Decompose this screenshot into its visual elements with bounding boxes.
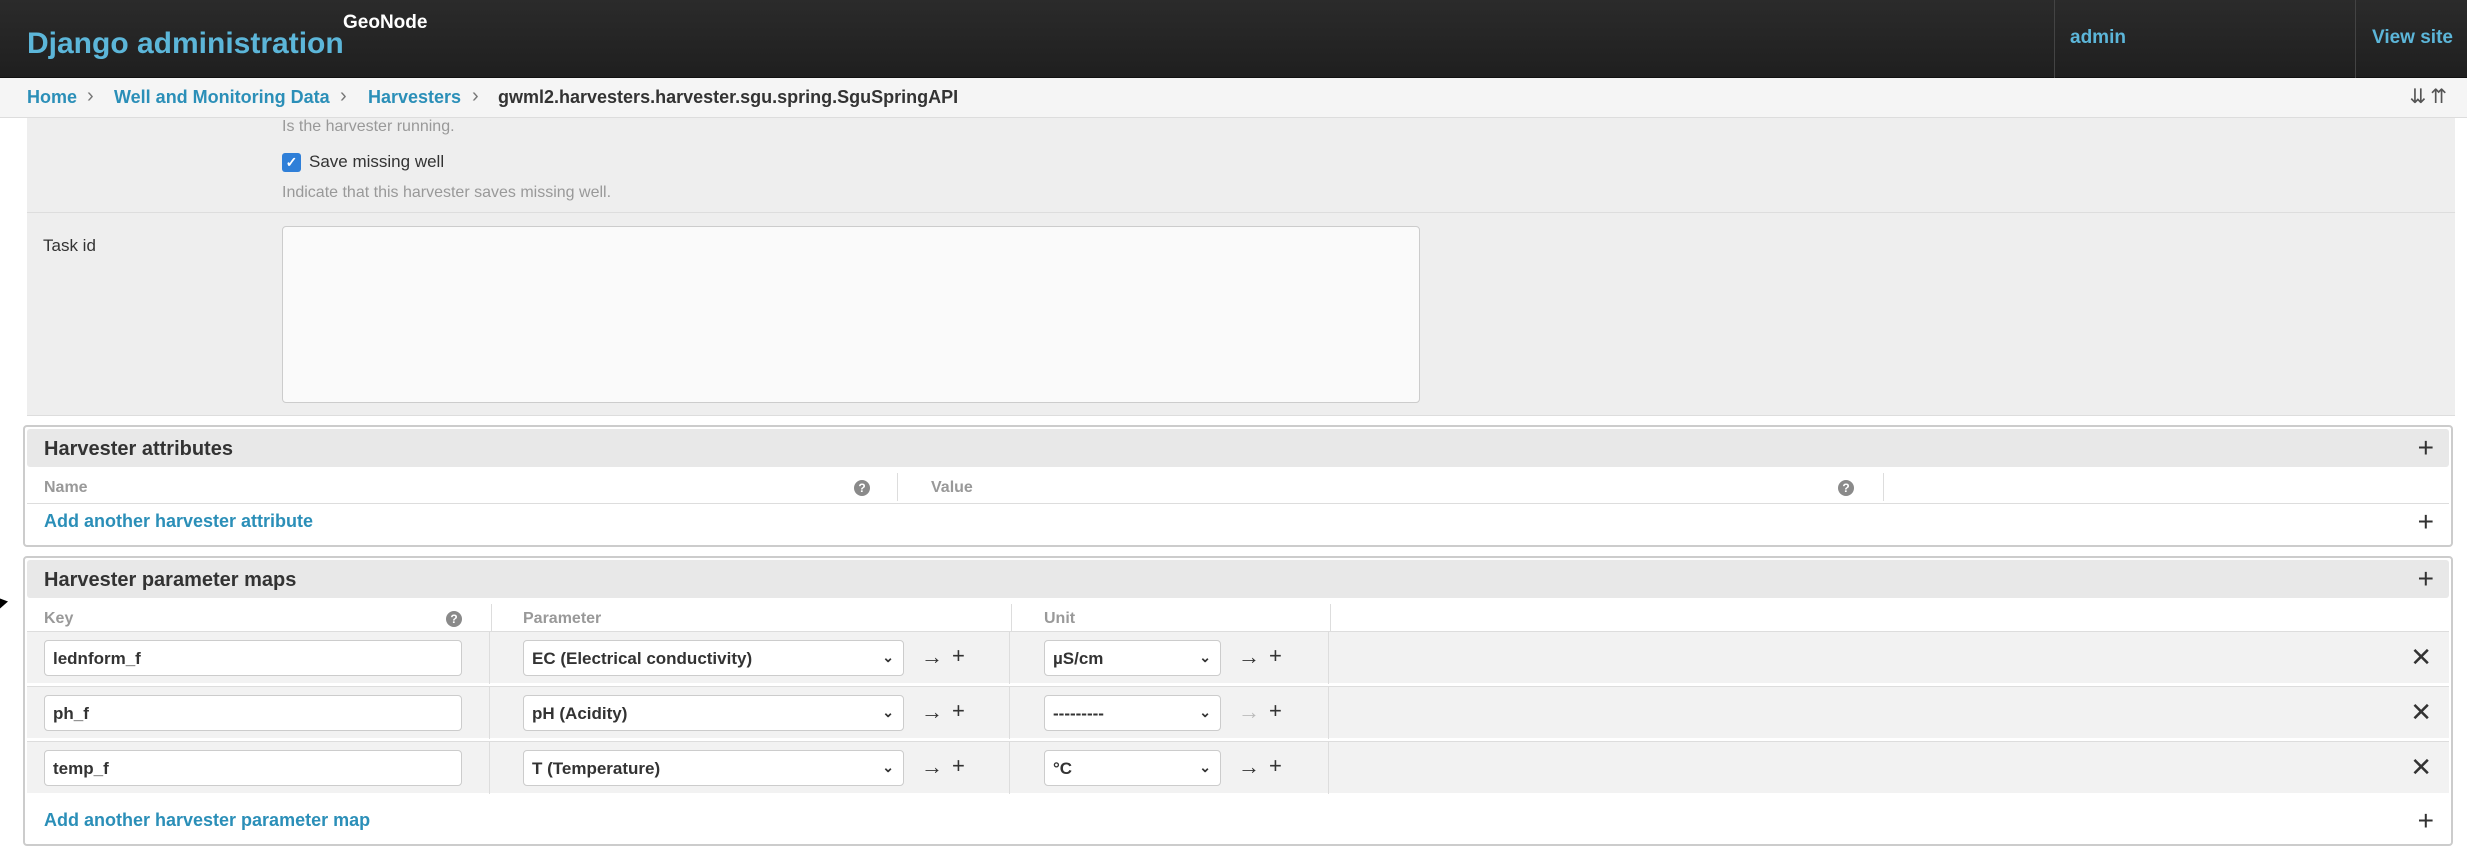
parameter-select-value: T (Temperature) (532, 759, 661, 778)
column-separator (1330, 604, 1331, 631)
header-divider (2054, 0, 2055, 78)
harvester-parameter-maps-title: Harvester parameter maps (27, 560, 2449, 598)
column-separator (489, 687, 490, 739)
add-attribute-plus-icon[interactable]: + (2418, 508, 2434, 536)
add-unit-plus-icon[interactable]: + (1269, 755, 1282, 777)
add-parameter-map-plus-icon[interactable]: + (2418, 807, 2434, 835)
column-separator (1009, 742, 1010, 794)
breadcrumb-well-monitoring[interactable]: Well and Monitoring Data (114, 87, 330, 108)
view-parameter-arrow-icon[interactable]: → (921, 756, 943, 778)
add-parameter-plus-icon[interactable]: + (952, 645, 965, 667)
col-head-key: Key (44, 610, 74, 627)
unit-select[interactable]: --------- ⌄ (1044, 695, 1221, 731)
column-separator (1009, 687, 1010, 739)
help-icon: ? (854, 480, 870, 496)
column-separator (897, 473, 898, 501)
add-unit-plus-icon[interactable]: + (1269, 700, 1282, 722)
running-help-text: Is the harvester running. (282, 118, 455, 135)
column-separator (1009, 632, 1010, 684)
table-row: lednform_f EC (Electrical conductivity) … (27, 631, 2449, 684)
harvester-attributes-group: Harvester attributes + Name ? Value ? Ad… (23, 425, 2453, 547)
chevron-down-icon: ⌄ (1199, 759, 1211, 775)
chevron-down-icon: ⌄ (882, 759, 894, 775)
column-separator (1011, 604, 1012, 631)
chevron-down-icon: ⌄ (1199, 704, 1211, 720)
column-separator (1328, 687, 1329, 739)
unit-select-value: °C (1053, 759, 1073, 778)
column-separator (1328, 632, 1329, 684)
add-unit-plus-icon[interactable]: + (1269, 645, 1282, 667)
view-parameter-arrow-icon[interactable]: → (921, 701, 943, 723)
parameter-select[interactable]: T (Temperature) ⌄ (523, 750, 904, 786)
breadcrumb-separator-icon: › (340, 85, 347, 107)
save-missing-well-checkbox[interactable]: ✓ (282, 152, 301, 172)
help-icon: ? (1838, 480, 1854, 496)
unit-select-value: µS/cm (1053, 649, 1104, 668)
column-separator (1883, 473, 1884, 501)
key-input[interactable]: ph_f (44, 695, 462, 731)
task-id-label: Task id (43, 236, 96, 255)
col-head-unit: Unit (1044, 610, 1076, 627)
parameter-select[interactable]: pH (Acidity) ⌄ (523, 695, 904, 731)
add-harvester-parameter-map-link[interactable]: Add another harvester parameter map (44, 810, 370, 831)
unit-select[interactable]: µS/cm ⌄ (1044, 640, 1221, 676)
delete-row-icon[interactable]: ✕ (2410, 644, 2432, 670)
user-menu-link[interactable]: admin (2070, 27, 2126, 49)
harvester-attributes-title: Harvester attributes (27, 429, 2449, 467)
view-site-link[interactable]: View site (2372, 27, 2453, 49)
table-row: ph_f pH (Acidity) ⌄ → + --------- ⌄ → + … (27, 686, 2449, 739)
parameter-select-value: EC (Electrical conductivity) (532, 649, 753, 668)
geonode-label: GeoNode (343, 12, 428, 33)
chevron-down-icon: ⌄ (882, 649, 894, 665)
parameter-select[interactable]: EC (Electrical conductivity) ⌄ (523, 640, 904, 676)
key-input[interactable]: temp_f (44, 750, 462, 786)
delete-row-icon[interactable]: ✕ (2410, 699, 2432, 725)
admin-header: Django administration GeoNode admin View… (0, 0, 2467, 78)
save-missing-well-row: ✓ Save missing well (282, 152, 444, 172)
delete-row-icon[interactable]: ✕ (2410, 754, 2432, 780)
parameter-select-value: pH (Acidity) (532, 704, 628, 723)
add-parameter-plus-icon[interactable]: + (952, 700, 965, 722)
add-parameter-plus-icon[interactable]: + (952, 755, 965, 777)
task-id-textarea[interactable] (282, 226, 1420, 403)
collapse-expand-icon[interactable]: ⇊⇈ (2409, 84, 2451, 109)
column-separator (489, 632, 490, 684)
harvester-parameter-maps-group: Harvester parameter maps + Key ? Paramet… (23, 556, 2453, 846)
unit-select-value: --------- (1053, 704, 1104, 723)
view-unit-arrow-icon[interactable]: → (1238, 646, 1260, 668)
table-row: temp_f T (Temperature) ⌄ → + °C ⌄ → + ✕ (27, 741, 2449, 794)
mouse-cursor-icon (0, 598, 8, 612)
chevron-down-icon: ⌄ (1199, 649, 1211, 665)
view-parameter-arrow-icon[interactable]: → (921, 646, 943, 668)
column-separator (491, 604, 492, 631)
chevron-down-icon: ⌄ (882, 704, 894, 720)
breadcrumb-separator-icon: › (87, 85, 94, 107)
help-icon: ? (446, 611, 462, 627)
add-harvester-attribute-link[interactable]: Add another harvester attribute (44, 511, 313, 532)
col-head-parameter: Parameter (523, 610, 602, 627)
breadcrumb-harvesters[interactable]: Harvesters (368, 87, 461, 108)
site-brand[interactable]: Django administration (27, 27, 344, 61)
column-separator (1328, 742, 1329, 794)
col-head-value: Value (931, 479, 973, 496)
view-unit-arrow-icon: → (1238, 699, 1260, 724)
col-head-name: Name (44, 479, 88, 496)
view-unit-arrow-icon[interactable]: → (1238, 756, 1260, 778)
row-divider (27, 212, 2455, 213)
breadcrumb: Home › Well and Monitoring Data › Harves… (0, 78, 2467, 118)
unit-select[interactable]: °C ⌄ (1044, 750, 1221, 786)
row-divider (27, 503, 2449, 504)
expand-plus-icon[interactable]: + (2418, 434, 2434, 462)
save-missing-well-help: Indicate that this harvester saves missi… (282, 184, 612, 201)
key-input[interactable]: lednform_f (44, 640, 462, 676)
column-separator (489, 742, 490, 794)
save-missing-well-label: Save missing well (309, 152, 445, 171)
breadcrumb-separator-icon: › (472, 85, 479, 107)
expand-plus-icon[interactable]: + (2418, 565, 2434, 593)
breadcrumb-home[interactable]: Home (27, 87, 77, 108)
breadcrumb-current: gwml2.harvesters.harvester.sgu.spring.Sg… (498, 87, 959, 107)
header-divider (2355, 0, 2356, 78)
